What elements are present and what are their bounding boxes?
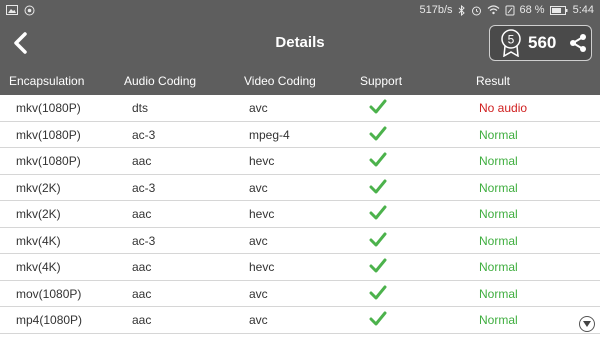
column-header-result: Result <box>476 74 511 88</box>
cell-encapsulation: mkv(1080P) <box>16 127 81 142</box>
cell-audio-coding: aac <box>132 154 152 168</box>
table-row[interactable]: mkv(4K) aac hevc Normal <box>0 254 600 281</box>
cell-video-coding: avc <box>249 180 268 195</box>
app-header: Details 5 560 <box>0 20 600 66</box>
check-icon <box>369 179 387 198</box>
results-table-body: mkv(1080P) dts avc No audio mkv(1080P) a… <box>0 95 600 334</box>
cell-result: Normal <box>479 313 518 327</box>
check-icon <box>369 285 387 304</box>
cell-audio-coding: aac <box>132 313 152 327</box>
cell-encapsulation: mkv(4K) <box>16 233 61 248</box>
award-badge-icon: 5 <box>501 29 521 57</box>
cell-result: Normal <box>479 207 518 221</box>
cell-result: Normal <box>479 286 518 301</box>
cell-video-coding: mpeg-4 <box>249 127 290 142</box>
cell-audio-coding: ac-3 <box>132 233 156 248</box>
cell-encapsulation: mov(1080P) <box>16 286 82 301</box>
status-left <box>6 5 35 16</box>
cell-encapsulation: mkv(2K) <box>16 180 61 195</box>
table-header: Encapsulation Audio Coding Video Coding … <box>0 66 600 95</box>
column-header-video-coding: Video Coding <box>244 74 316 88</box>
net-speed: 517b/s <box>419 4 453 16</box>
cell-video-coding: hevc <box>249 260 275 274</box>
cell-encapsulation: mkv(1080P) <box>16 154 81 168</box>
cell-result: Normal <box>479 233 518 248</box>
table-row[interactable]: mp4(1080P) aac avc Normal <box>0 307 600 334</box>
badge-level: 5 <box>508 33 515 47</box>
check-icon <box>369 311 387 330</box>
table-row[interactable]: mkv(1080P) ac-3 mpeg-4 Normal <box>0 122 600 148</box>
table-row[interactable]: mkv(2K) ac-3 avc Normal <box>0 175 600 201</box>
table-row[interactable]: mkv(1080P) dts avc No audio <box>0 95 600 122</box>
cell-audio-coding: ac-3 <box>132 180 156 195</box>
chevron-down-circle-icon <box>583 321 591 327</box>
image-icon <box>6 5 18 15</box>
clock: 5:44 <box>572 4 594 16</box>
cell-audio-coding: dts <box>132 101 149 115</box>
cell-encapsulation: mkv(2K) <box>16 207 61 221</box>
cell-encapsulation: mp4(1080P) <box>16 313 83 327</box>
status-bar: 517b/s 68 % 5:44 <box>0 0 600 20</box>
cell-result: Normal <box>479 127 518 142</box>
cell-audio-coding: aac <box>132 286 152 301</box>
cell-video-coding: avc <box>249 101 268 115</box>
record-icon <box>24 5 35 16</box>
cell-video-coding: avc <box>249 286 268 301</box>
scroll-down-button[interactable] <box>579 316 595 332</box>
score-value: 560 <box>528 33 557 52</box>
table-row[interactable]: mkv(4K) ac-3 avc Normal <box>0 228 600 254</box>
cell-result: Normal <box>479 180 518 195</box>
cell-video-coding: hevc <box>249 154 275 168</box>
check-icon <box>369 232 387 251</box>
cell-video-coding: hevc <box>249 207 275 221</box>
check-icon <box>369 99 387 118</box>
status-right: 517b/s 68 % 5:44 <box>419 4 594 16</box>
table-row[interactable]: mov(1080P) aac avc Normal <box>0 281 600 307</box>
cell-video-coding: avc <box>249 313 268 327</box>
cell-encapsulation: mkv(4K) <box>16 260 61 274</box>
column-header-encapsulation: Encapsulation <box>9 74 85 88</box>
table-row[interactable]: mkv(2K) aac hevc Normal <box>0 201 600 228</box>
cell-result: Normal <box>479 260 518 274</box>
cell-result: No audio <box>479 101 528 115</box>
wifi-icon <box>487 5 500 15</box>
sim-icon <box>505 5 515 16</box>
share-icon <box>570 34 587 52</box>
cell-video-coding: avc <box>249 233 268 248</box>
share-button[interactable] <box>568 33 588 53</box>
check-icon <box>369 258 387 277</box>
cell-audio-coding: aac <box>132 260 152 274</box>
cell-encapsulation: mkv(1080P) <box>16 101 81 115</box>
table-row[interactable]: mkv(1080P) aac hevc Normal <box>0 148 600 175</box>
cell-result: Normal <box>479 154 518 168</box>
cell-audio-coding: aac <box>132 207 152 221</box>
check-icon <box>369 205 387 224</box>
check-icon <box>369 152 387 171</box>
cell-audio-coding: ac-3 <box>132 127 156 142</box>
score-box[interactable]: 5 560 <box>489 25 592 61</box>
alarm-icon <box>471 5 482 16</box>
check-icon <box>369 126 387 145</box>
bluetooth-icon <box>458 4 466 16</box>
battery-icon <box>549 5 568 15</box>
battery-percent: 68 % <box>519 4 545 16</box>
column-header-audio-coding: Audio Coding <box>124 74 197 88</box>
column-header-support: Support <box>360 74 403 88</box>
